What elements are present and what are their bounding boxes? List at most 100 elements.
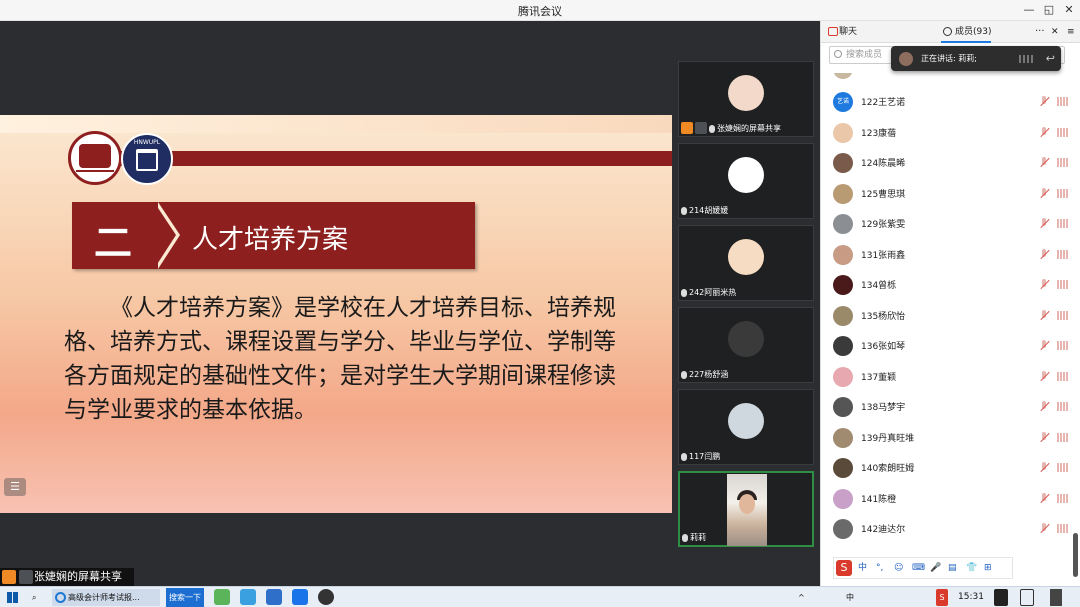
mic-muted-icon[interactable]	[1039, 340, 1049, 351]
mic-muted-icon[interactable]	[1039, 218, 1049, 229]
scrollbar[interactable]	[1073, 533, 1078, 577]
ime-item[interactable]: ⊞	[984, 558, 992, 578]
list-item[interactable]: 123康蓓	[821, 117, 1073, 148]
dismiss-icon[interactable]: ↩	[1046, 46, 1055, 71]
speaking-text: 正在讲话: 莉莉;	[921, 54, 977, 63]
ime-item[interactable]: 🎤	[930, 558, 941, 578]
camera-off-icon[interactable]	[1057, 280, 1069, 289]
camera-off-icon[interactable]	[1057, 341, 1069, 350]
list-item[interactable]: 131张雨鑫	[821, 239, 1073, 270]
camera-off-icon[interactable]	[1057, 127, 1069, 137]
app-icon[interactable]	[266, 589, 282, 605]
mic-muted-icon[interactable]	[1039, 96, 1049, 107]
video-tile[interactable]: 214胡媛媛	[678, 143, 814, 219]
avatar	[833, 183, 853, 204]
close-button[interactable]: ✕	[1060, 2, 1078, 18]
mic-muted-icon[interactable]	[1039, 279, 1049, 290]
slide-heading: 二 人才培养方案	[72, 202, 475, 269]
camera-off-icon[interactable]	[1057, 158, 1069, 167]
list-item[interactable]: 125曹思琪	[821, 178, 1073, 209]
search-icon[interactable]: ⌕	[32, 589, 36, 606]
camera-off-icon[interactable]	[1057, 432, 1069, 442]
mic-muted-icon[interactable]	[1039, 309, 1049, 321]
sogou-tray-icon[interactable]: S	[936, 589, 948, 606]
show-desktop-icon[interactable]	[1050, 589, 1062, 606]
panel-menu-button[interactable]: ≡	[1067, 21, 1075, 43]
camera-off-icon[interactable]	[1057, 524, 1069, 533]
mic-muted-icon[interactable]	[1039, 370, 1049, 382]
minimize-button[interactable]: —	[1020, 2, 1038, 18]
slide-menu-icon[interactable]: ☰	[4, 478, 26, 496]
ime-item[interactable]: 👕	[966, 558, 977, 578]
mic-muted-icon[interactable]	[1039, 492, 1049, 504]
panel-tabs: 聊天 成员(93) ··· ✕ ≡	[821, 21, 1080, 43]
notification-icon[interactable]	[994, 589, 1008, 606]
ime-item[interactable]: ☺	[894, 558, 903, 578]
mic-muted-icon[interactable]	[1039, 462, 1049, 473]
avatar	[833, 397, 853, 417]
ime-indicator[interactable]: 中	[846, 589, 854, 606]
list-item[interactable]: 129张紫雯	[821, 208, 1073, 239]
camera-off-icon[interactable]	[1057, 310, 1069, 320]
app-icon[interactable]	[240, 589, 256, 605]
ime-item[interactable]: °,	[876, 558, 883, 578]
mic-muted-icon[interactable]	[1039, 523, 1049, 534]
camera-off-icon[interactable]	[1057, 371, 1069, 381]
app-icon[interactable]	[318, 589, 334, 605]
more-options-button[interactable]: ···	[1035, 21, 1045, 43]
list-item[interactable]: 140索朗旺姆	[821, 452, 1073, 483]
mic-muted-icon[interactable]	[1039, 401, 1049, 412]
camera-off-icon[interactable]	[1057, 402, 1069, 411]
list-item[interactable]: 142迪达尔	[821, 513, 1073, 544]
panel-close-button[interactable]: ✕	[1051, 21, 1059, 43]
mic-muted-icon[interactable]	[1039, 187, 1049, 199]
camera-off-icon[interactable]	[1057, 219, 1069, 228]
ime-logo-icon[interactable]: S	[836, 560, 852, 576]
video-tile[interactable]: 张婕娴的屏幕共享	[678, 61, 814, 137]
video-tile[interactable]: 227杨舒涵	[678, 307, 814, 383]
list-item[interactable]: 124陈晨晞	[821, 147, 1073, 178]
camera-off-icon[interactable]	[1057, 188, 1069, 198]
taskbar-app-browser[interactable]: 高级会计师考试报...	[52, 589, 160, 606]
video-tile-active-speaker[interactable]: 莉莉	[678, 471, 814, 547]
list-item[interactable]: 138马梦宇	[821, 391, 1073, 422]
action-center-icon[interactable]	[1020, 589, 1034, 606]
list-item[interactable]: 137董颖	[821, 361, 1073, 392]
ime-item[interactable]: ⌨	[912, 558, 925, 578]
mic-muted-icon[interactable]	[1039, 157, 1049, 168]
mic-muted-icon[interactable]	[1039, 126, 1049, 138]
member-name: 136张如琴	[861, 342, 906, 352]
list-item[interactable]: 艺诺 122王艺诺	[821, 86, 1073, 117]
list-item[interactable]	[821, 73, 1073, 84]
avatar	[728, 321, 764, 357]
avatar	[833, 336, 853, 356]
tab-members[interactable]: 成员(93)	[941, 21, 992, 43]
app-icon[interactable]	[214, 589, 230, 605]
camera-off-icon[interactable]	[1057, 249, 1069, 259]
clock[interactable]: 15:31	[958, 589, 984, 606]
start-button[interactable]	[4, 589, 22, 606]
avatar	[728, 157, 764, 193]
tray-expand-icon[interactable]: ^	[798, 589, 805, 606]
list-item[interactable]: 139丹真旺堆	[821, 422, 1073, 453]
camera-off-icon[interactable]	[1057, 493, 1069, 503]
camera-off-icon[interactable]	[1057, 97, 1069, 106]
video-tile[interactable]: 117闫鹏	[678, 389, 814, 465]
camera-off-icon[interactable]	[1057, 463, 1069, 472]
list-item[interactable]: 134曾栎	[821, 269, 1073, 300]
ime-item[interactable]: 中	[858, 558, 867, 578]
search-button[interactable]: 搜索一下	[166, 588, 204, 607]
avatar	[728, 75, 764, 111]
restore-button[interactable]: ◱	[1040, 2, 1058, 18]
list-item[interactable]: 135杨欣怡	[821, 300, 1073, 331]
slide-body-text: 《人才培养方案》是学校在人才培养目标、培养规格、培养方式、课程设置与学分、毕业与…	[64, 295, 616, 423]
list-item[interactable]: 136张如琴	[821, 330, 1073, 361]
ime-item[interactable]: ▤	[948, 558, 957, 578]
meeting-app-icon[interactable]	[292, 589, 308, 605]
video-tile[interactable]: 242阿丽米热	[678, 225, 814, 301]
list-item[interactable]: 141陈橙	[821, 483, 1073, 514]
mic-muted-icon[interactable]	[1039, 431, 1049, 443]
tab-chat[interactable]: 聊天	[825, 21, 857, 43]
avatar	[728, 239, 764, 275]
mic-muted-icon[interactable]	[1039, 248, 1049, 260]
